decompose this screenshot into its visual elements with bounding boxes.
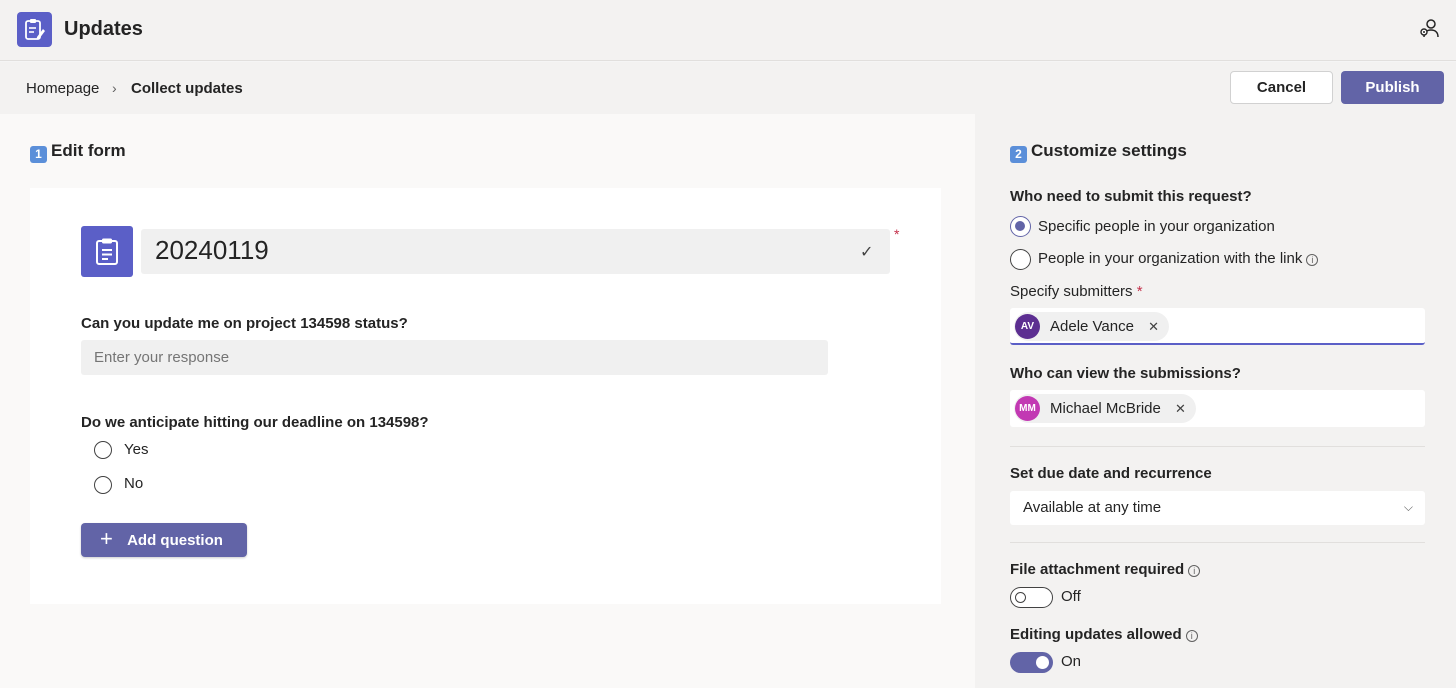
editing-updates-state: On [1061,653,1082,670]
breadcrumb-home[interactable]: Homepage [26,80,99,97]
specify-submitters-label: Specify submitters * [1010,283,1143,300]
settings-heading: 2 Customize settings [1010,141,1187,163]
submitters-picker[interactable]: AV Adele Vance ✕ [1010,308,1425,345]
radio-no[interactable] [94,476,112,494]
radio-people-with-link[interactable] [1010,249,1031,270]
app-title: Updates [64,18,143,40]
people-settings-icon[interactable] [1418,18,1440,45]
info-icon[interactable]: i [1185,630,1198,642]
step-one-badge: 1 [30,146,47,163]
required-indicator: * [1136,283,1143,300]
response-input[interactable] [81,340,828,375]
app-header: Updates [0,0,1456,61]
avatar: AV [1015,314,1040,339]
who-view-label: Who can view the submissions? [1010,365,1241,382]
chevron-right-icon: › [112,80,117,96]
option-yes-label: Yes [124,441,149,458]
chevron-down-icon: ⌵ [1403,500,1413,514]
info-icon[interactable]: i [1306,254,1319,266]
who-submit-label: Who need to submit this request? [1010,188,1252,205]
file-attachment-toggle[interactable] [1010,587,1053,608]
publish-button[interactable]: Publish [1341,71,1444,104]
required-indicator: * [894,226,900,242]
option-specific-people: Specific people in your organization [1038,218,1275,235]
plus-icon: + [100,526,113,551]
breadcrumb-current: Collect updates [131,80,243,97]
avatar: MM [1015,396,1040,421]
option-no-label: No [124,475,144,492]
person-pill: MM Michael McBride ✕ [1014,394,1196,423]
checkmark-icon: ✓ [860,244,874,261]
question-2-label: Do we anticipate hitting our deadline on… [81,414,429,431]
add-question-button[interactable]: + Add question [81,523,247,557]
updates-app-icon [17,12,52,47]
radio-specific-people[interactable] [1010,216,1031,237]
due-date-value: Available at any time [1023,499,1162,516]
remove-person-icon[interactable]: ✕ [1148,319,1159,334]
editing-updates-label: Editing updates allowed i [1010,626,1198,643]
form-title-input[interactable]: 20240119 [141,229,890,274]
person-pill: AV Adele Vance ✕ [1014,312,1170,341]
person-name: Adele Vance [1050,318,1134,335]
remove-person-icon[interactable]: ✕ [1175,401,1186,416]
editing-updates-toggle[interactable] [1010,652,1053,673]
due-date-label: Set due date and recurrence [1010,465,1212,482]
option-people-with-link: People in your organization with the lin… [1038,250,1319,267]
radio-yes[interactable] [94,441,112,459]
edit-form-heading: 1 Edit form [30,141,126,163]
file-attachment-state: Off [1061,588,1081,605]
info-icon[interactable]: i [1188,565,1201,577]
viewers-picker[interactable]: MM Michael McBride ✕ [1010,390,1425,427]
file-attachment-label: File attachment required i [1010,561,1201,578]
cancel-button[interactable]: Cancel [1230,71,1333,104]
question-1-label: Can you update me on project 134598 stat… [81,315,408,332]
form-clipboard-icon[interactable] [81,226,133,277]
divider [1010,446,1425,447]
step-two-badge: 2 [1010,146,1027,163]
divider [1010,542,1425,543]
person-name: Michael McBride [1050,400,1161,417]
due-date-dropdown[interactable]: Available at any time ⌵ [1010,491,1425,525]
